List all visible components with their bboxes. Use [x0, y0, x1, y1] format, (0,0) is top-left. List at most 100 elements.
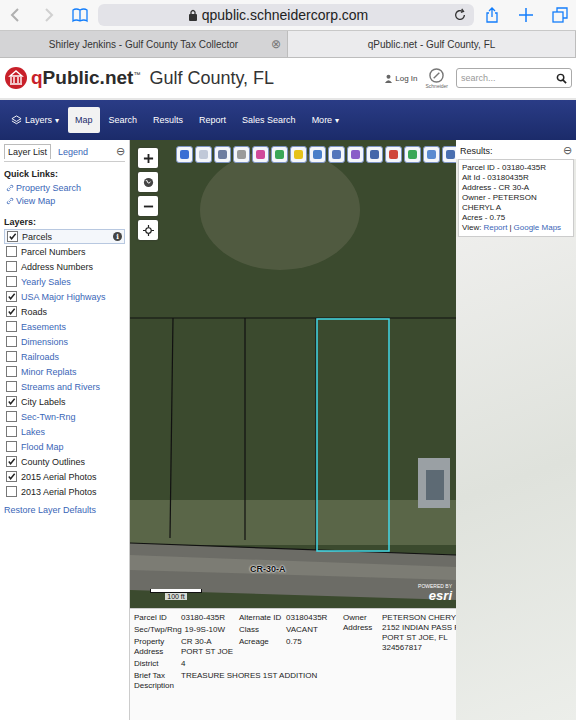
- nav-item[interactable]: Search: [102, 107, 145, 133]
- layer-row[interactable]: Sec-Twn-Rng: [4, 409, 125, 424]
- layer-row[interactable]: Railroads: [4, 349, 125, 364]
- detail-row: Alternate ID 03180435R: [239, 613, 337, 623]
- scale-bar: 100 ft: [150, 589, 202, 600]
- tool-icon[interactable]: [404, 146, 421, 163]
- tool-icon[interactable]: [328, 146, 345, 163]
- layer-checkbox[interactable]: [6, 396, 17, 407]
- tool-icon[interactable]: [442, 146, 456, 163]
- panel-tab[interactable]: Layer List: [4, 144, 51, 159]
- tool-icon[interactable]: [271, 146, 288, 163]
- panel-tab[interactable]: Legend: [55, 145, 91, 159]
- tool-icon[interactable]: [385, 146, 402, 163]
- layer-row[interactable]: Lakes: [4, 424, 125, 439]
- layer-checkbox[interactable]: [6, 276, 17, 287]
- globe-icon[interactable]: [138, 172, 158, 192]
- layer-checkbox[interactable]: [6, 441, 17, 452]
- check-icon: [8, 232, 17, 241]
- layer-row[interactable]: County Outlines: [4, 454, 125, 469]
- browser-tab[interactable]: qPublic.net - Gulf County, FL: [288, 31, 576, 57]
- google-maps-link[interactable]: Google Maps: [514, 223, 562, 233]
- schneider-logo[interactable]: Schneider: [425, 68, 448, 89]
- layer-row[interactable]: City Labels: [4, 394, 125, 409]
- quick-link[interactable]: View Map: [4, 194, 125, 207]
- layer-checkbox[interactable]: [6, 486, 17, 497]
- login-link[interactable]: Log In: [384, 74, 417, 83]
- close-tab-button[interactable]: ⊗: [271, 37, 281, 51]
- url-field[interactable]: qpublic.schneidercorp.com: [98, 4, 474, 26]
- close-panel-button[interactable]: ⊖: [116, 145, 125, 158]
- layer-row[interactable]: Parcels i: [4, 229, 125, 244]
- tabs-icon[interactable]: [552, 7, 568, 23]
- nav-item[interactable]: Report: [192, 107, 233, 133]
- layer-checkbox[interactable]: [6, 336, 17, 347]
- quick-link[interactable]: Property Search: [4, 181, 125, 194]
- layer-checkbox[interactable]: [6, 261, 17, 272]
- tool-icon[interactable]: [214, 146, 231, 163]
- info-icon[interactable]: i: [113, 232, 122, 241]
- bookmarks-icon[interactable]: [72, 7, 88, 23]
- restore-defaults-link[interactable]: Restore Layer Defaults: [4, 505, 125, 515]
- locate-icon[interactable]: [138, 220, 158, 240]
- detail-row: District 4: [134, 659, 233, 669]
- nav-item[interactable]: Layers ▾: [4, 107, 66, 133]
- parcel-overlay: [130, 140, 456, 608]
- share-icon[interactable]: [484, 7, 500, 23]
- layer-row[interactable]: Streams and Rivers: [4, 379, 125, 394]
- map-view[interactable]: CR-30-A 100 ft POWERED BY esri: [130, 140, 456, 608]
- layer-row[interactable]: Easements: [4, 319, 125, 334]
- tool-icon[interactable]: [290, 146, 307, 163]
- search-icon[interactable]: [556, 73, 567, 84]
- layer-row[interactable]: 2015 Aerial Photos: [4, 469, 125, 484]
- close-results-button[interactable]: ⊖: [563, 144, 572, 157]
- layer-row[interactable]: Dimensions: [4, 334, 125, 349]
- layer-row[interactable]: USA Major Highways: [4, 289, 125, 304]
- report-link[interactable]: Report: [483, 223, 507, 233]
- new-tab-icon[interactable]: [518, 7, 534, 23]
- layer-checkbox[interactable]: [6, 306, 17, 317]
- layer-row[interactable]: 2013 Aerial Photos: [4, 484, 125, 499]
- layer-row[interactable]: Parcel Numbers: [4, 244, 125, 259]
- layer-checkbox[interactable]: [7, 231, 18, 242]
- layer-checkbox[interactable]: [6, 291, 17, 302]
- search-input[interactable]: search...: [456, 68, 572, 88]
- zoom-in-icon[interactable]: [138, 148, 158, 168]
- forward-icon[interactable]: [40, 7, 56, 23]
- layer-row[interactable]: Flood Map: [4, 439, 125, 454]
- user-icon: [384, 74, 393, 83]
- result-card[interactable]: Parcel ID - 03180-435RAlt Id - 03180435R…: [458, 159, 574, 237]
- layer-checkbox[interactable]: [6, 246, 17, 257]
- check-icon: [7, 457, 16, 466]
- tool-icon[interactable]: [309, 146, 326, 163]
- layer-checkbox[interactable]: [6, 456, 17, 467]
- browser-tab[interactable]: Shirley Jenkins - Gulf County Tax Collec…: [0, 31, 288, 57]
- logo[interactable]: qPublic.net™ Gulf County, FL: [4, 66, 274, 90]
- layer-row[interactable]: Yearly Sales: [4, 274, 125, 289]
- tool-icon[interactable]: [366, 146, 383, 163]
- layer-checkbox[interactable]: [6, 321, 17, 332]
- layer-row[interactable]: Address Numbers: [4, 259, 125, 274]
- layer-checkbox[interactable]: [6, 426, 17, 437]
- tool-icon[interactable]: [195, 146, 212, 163]
- tool-icon[interactable]: [423, 146, 440, 163]
- reload-icon[interactable]: [452, 8, 468, 22]
- parcel-details: Parcel ID 03180-435RSec/Twp/Rng 19-9S-10…: [130, 608, 456, 720]
- layer-checkbox[interactable]: [6, 471, 17, 482]
- detail-row: Sec/Twp/Rng 19-9S-10W: [134, 625, 233, 635]
- tool-icon[interactable]: [252, 146, 269, 163]
- zoom-out-icon[interactable]: [138, 196, 158, 216]
- layer-row[interactable]: Minor Replats: [4, 364, 125, 379]
- layer-checkbox[interactable]: [6, 411, 17, 422]
- layer-checkbox[interactable]: [6, 351, 17, 362]
- back-icon[interactable]: [8, 7, 24, 23]
- layer-checkbox[interactable]: [6, 366, 17, 377]
- site-header: qPublic.net™ Gulf County, FL Log In Schn…: [0, 58, 576, 100]
- tool-icon[interactable]: [347, 146, 364, 163]
- tool-icon[interactable]: [233, 146, 250, 163]
- layer-row[interactable]: Roads: [4, 304, 125, 319]
- nav-item[interactable]: More ▾: [305, 107, 347, 133]
- nav-item[interactable]: Results: [146, 107, 190, 133]
- tool-icon[interactable]: [176, 146, 193, 163]
- nav-item[interactable]: Sales Search: [235, 107, 303, 133]
- layer-checkbox[interactable]: [6, 381, 17, 392]
- nav-item[interactable]: Map: [68, 107, 100, 133]
